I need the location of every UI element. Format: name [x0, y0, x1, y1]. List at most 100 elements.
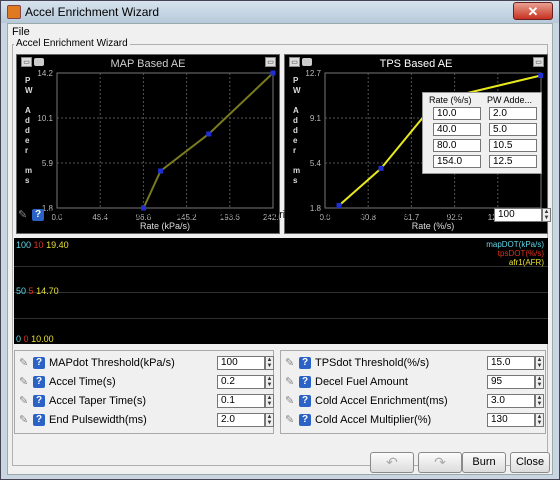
- plot-frame: [56, 72, 274, 209]
- decel-fuel-amount-input[interactable]: 95: [487, 375, 535, 389]
- y-axis-label-char: W: [293, 86, 301, 95]
- table-cell-rate[interactable]: 10.0: [433, 107, 481, 120]
- wrench-icon[interactable]: ✎: [19, 395, 31, 407]
- wrench-icon[interactable]: ✎: [18, 209, 30, 221]
- help-icon[interactable]: ?: [299, 414, 311, 426]
- cold-accel-multiplier-input[interactable]: 130: [487, 413, 535, 427]
- end-pulsewidth-label: End Pulsewidth(ms): [49, 414, 147, 426]
- tps-ae-table: Rate (%/s) PW Adde... 10.0 2.0 40.0 5.0 …: [422, 92, 542, 174]
- table-cell-pw[interactable]: 5.0: [489, 123, 537, 136]
- strategy-spinner[interactable]: ▲ ▼: [542, 208, 551, 222]
- window-title: Accel Enrichment Wizard: [25, 5, 160, 19]
- cold-accel-multiplier-spinner[interactable]: ▲ ▼: [535, 413, 544, 427]
- wrench-icon[interactable]: ✎: [19, 414, 31, 426]
- accel-taper-time-label: Accel Taper Time(s): [49, 395, 146, 407]
- scope-label-afr: 10.00: [31, 334, 54, 344]
- table-cell-pw[interactable]: 10.5: [489, 139, 537, 152]
- redo-button[interactable]: ↷: [418, 452, 462, 473]
- realtime-scope: 100 10 19.40 50 5 14.70 0 0 10.00 mapDOT…: [14, 238, 548, 344]
- y-axis-label-char: d: [25, 116, 30, 125]
- end-pulsewidth-input[interactable]: 2.0: [217, 413, 265, 427]
- y-axis-label-char: e: [25, 136, 30, 145]
- scope-label-map: 50: [16, 286, 27, 296]
- scope-mid-labels: 50 5 14.70: [16, 286, 59, 296]
- help-icon[interactable]: ?: [299, 395, 311, 407]
- undo-button[interactable]: ↶: [370, 452, 414, 473]
- table-cell-pw[interactable]: 2.0: [489, 107, 537, 120]
- help-icon[interactable]: ?: [299, 357, 311, 369]
- tpsdot-threshold-label: TPSdot Threshold(%/s): [315, 357, 430, 369]
- help-icon[interactable]: ?: [299, 376, 311, 388]
- y-axis-label-char: e: [293, 136, 298, 145]
- accel-taper-time-input[interactable]: 0.1: [217, 394, 265, 408]
- wrench-icon[interactable]: ✎: [285, 376, 297, 388]
- y-axis-label-char: s: [25, 176, 30, 185]
- menu-file[interactable]: File: [12, 26, 30, 38]
- help-icon[interactable]: ?: [33, 357, 45, 369]
- y-axis-label-char: W: [25, 86, 33, 95]
- strategy-label: Throttle Position vs Manifold Pressure A…: [48, 209, 485, 221]
- cold-accel-enrichment-spinner[interactable]: ▲ ▼: [535, 394, 544, 408]
- table-cell-rate[interactable]: 80.0: [433, 139, 481, 152]
- scope-label-tps: 10: [33, 240, 44, 250]
- scope-gridline: [14, 292, 548, 293]
- y-tick-label: 5.9: [42, 159, 54, 168]
- table-cell-rate[interactable]: 40.0: [433, 123, 481, 136]
- decel-fuel-amount-label: Decel Fuel Amount: [315, 376, 408, 388]
- burn-button[interactable]: Burn: [462, 452, 506, 473]
- accel-time-input[interactable]: 0.2: [217, 375, 265, 389]
- client-area: File Accel Enrichment Wizard ▭ ▭ MAP Bas…: [7, 23, 553, 475]
- accel-time-spinner[interactable]: ▲ ▼: [265, 375, 274, 389]
- cold-accel-multiplier-label: Cold Accel Multiplier(%): [315, 414, 432, 426]
- strategy-input[interactable]: 100: [494, 208, 542, 222]
- wrench-icon[interactable]: ✎: [19, 357, 31, 369]
- help-icon[interactable]: ?: [33, 414, 45, 426]
- tpsdot-threshold-input[interactable]: 15.0: [487, 356, 535, 370]
- series-line: [142, 72, 274, 209]
- window-close-button[interactable]: ✕: [513, 2, 553, 20]
- scope-label-tps: 0: [23, 334, 29, 344]
- y-tick-label: 12.7: [305, 69, 321, 78]
- y-axis-label-char: m: [25, 166, 32, 175]
- y-axis-label-char: r: [25, 146, 28, 155]
- scope-label-afr: 19.40: [46, 240, 69, 250]
- scope-bot-labels: 0 0 10.00: [16, 334, 54, 344]
- y-axis-label-char: d: [25, 126, 30, 135]
- wrench-icon[interactable]: ✎: [285, 395, 297, 407]
- help-icon[interactable]: ?: [32, 209, 44, 221]
- data-point: [538, 72, 544, 78]
- end-pulsewidth-spinner[interactable]: ▲ ▼: [265, 413, 274, 427]
- decel-fuel-amount-spinner[interactable]: ▲ ▼: [535, 375, 544, 389]
- data-point: [336, 203, 342, 209]
- help-icon[interactable]: ?: [33, 395, 45, 407]
- data-point: [158, 168, 164, 174]
- wrench-icon[interactable]: ✎: [285, 414, 297, 426]
- map-chart[interactable]: 14.210.15.91.80.0 48.4 96.8 145.2 193.6 242.0…: [17, 55, 281, 235]
- close-button[interactable]: Close: [510, 452, 550, 473]
- tpsdot-threshold-spinner[interactable]: ▲ ▼: [535, 356, 544, 370]
- wrench-icon[interactable]: ✎: [19, 376, 31, 388]
- left-settings-pane: ✎ ? MAPdot Threshold(kPa/s) 100 ▲ ▼ ✎ ? A…: [14, 350, 274, 434]
- table-header-rate: Rate (%/s): [429, 95, 472, 105]
- mapdot-threshold-input[interactable]: 100: [217, 356, 265, 370]
- y-axis-label-char: d: [293, 126, 298, 135]
- table-cell-pw[interactable]: 12.5: [489, 155, 537, 168]
- help-icon[interactable]: ?: [33, 376, 45, 388]
- legend-mapdot: mapDOT(kPa/s): [486, 240, 544, 249]
- y-tick-label: 5.4: [310, 159, 322, 168]
- data-point: [270, 70, 276, 76]
- y-axis-label-char: d: [293, 116, 298, 125]
- wrench-icon[interactable]: ✎: [285, 357, 297, 369]
- accel-time-label: Accel Time(s): [49, 376, 116, 388]
- title-bar: Accel Enrichment Wizard ✕: [1, 1, 559, 23]
- app-window: Accel Enrichment Wizard ✕ File Accel Enr…: [0, 0, 560, 480]
- cold-accel-enrichment-input[interactable]: 3.0: [487, 394, 535, 408]
- y-tick-label: 9.1: [310, 114, 322, 123]
- x-axis-label: Rate (%/s): [412, 221, 455, 231]
- scope-gridline: [14, 266, 548, 267]
- scope-label-map: 100: [16, 240, 32, 250]
- mapdot-threshold-spinner[interactable]: ▲ ▼: [265, 356, 274, 370]
- accel-taper-time-spinner[interactable]: ▲ ▼: [265, 394, 274, 408]
- scope-legend: mapDOT(kPa/s) tpsDOT(%/s) afr1(AFR): [486, 240, 544, 267]
- table-cell-rate[interactable]: 154.0: [433, 155, 481, 168]
